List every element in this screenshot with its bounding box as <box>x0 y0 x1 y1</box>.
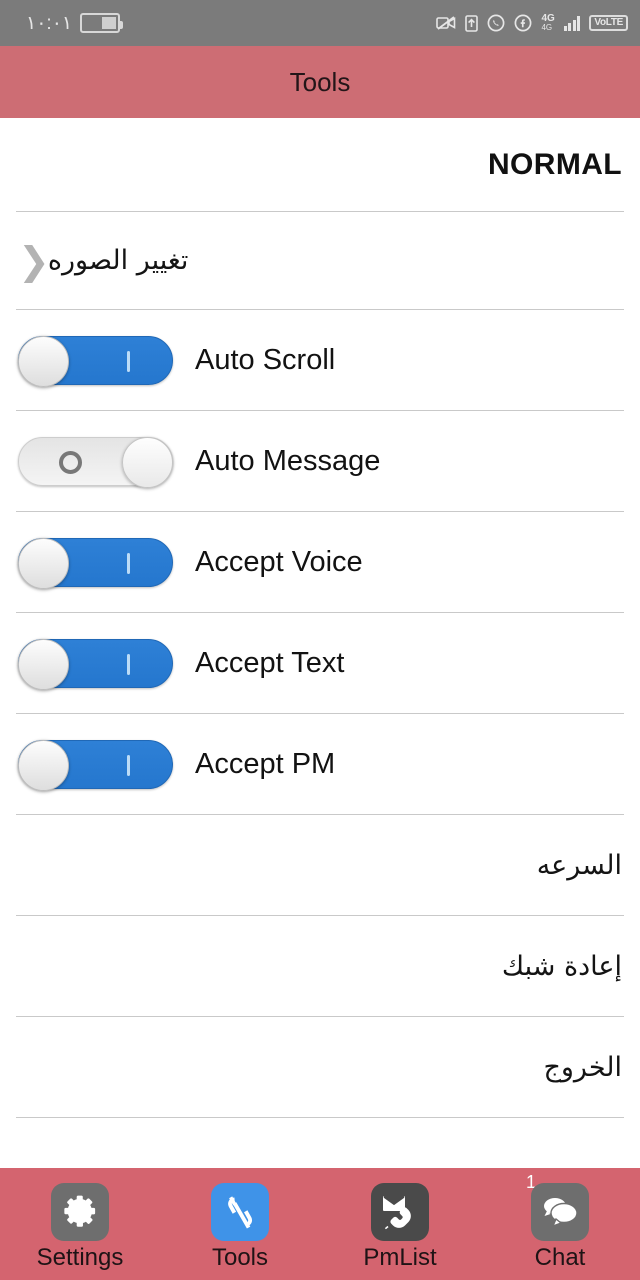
list-item-exit[interactable]: الخروج <box>0 1017 640 1117</box>
speed-label: السرعه <box>536 849 622 881</box>
auto-scroll-toggle[interactable] <box>18 335 173 387</box>
nav-item-pmlist[interactable]: PmList <box>320 1177 480 1271</box>
accept-pm-label: Accept PM <box>195 747 336 780</box>
list-item-reconnect[interactable]: إعادة شبك <box>0 916 640 1016</box>
nav-label-tools: Tools <box>211 1243 269 1271</box>
status-bar-left: ١٠:٠١ <box>26 12 124 35</box>
list-item-auto-scroll[interactable]: Auto Scroll <box>0 310 640 410</box>
list-item-accept-pm[interactable]: Accept PM <box>0 714 640 814</box>
screenshot-upload-icon <box>465 14 479 32</box>
speech-bubbles-icon <box>531 1182 589 1241</box>
nav-label-settings: Settings <box>36 1243 124 1271</box>
bottom-navigation-bar: Settings Tools PmList 1 Chat <box>0 1168 640 1280</box>
nav-item-settings[interactable]: Settings <box>0 1177 160 1271</box>
signal-4g-icon: 4G 4G <box>541 13 555 32</box>
auto-message-toggle[interactable] <box>18 436 173 488</box>
list-filler <box>0 1118 640 1168</box>
signal-bars-icon <box>563 15 581 31</box>
accept-text-toggle[interactable] <box>18 638 173 690</box>
accept-text-label: Accept Text <box>195 646 345 679</box>
chevron-right-icon: ❯ <box>18 238 50 283</box>
whatsapp-icon <box>487 14 505 32</box>
nav-item-tools[interactable]: Tools <box>160 1177 320 1271</box>
nav-label-pmlist: PmList <box>363 1243 437 1271</box>
accept-pm-toggle[interactable] <box>18 739 173 791</box>
reconnect-label: إعادة شبك <box>501 950 622 982</box>
camera-muted-icon <box>436 15 456 31</box>
volte-badge-icon: VoLTE <box>589 15 628 31</box>
wrench-icon <box>211 1182 269 1241</box>
list-item-accept-text[interactable]: Accept Text <box>0 613 640 713</box>
gear-icon <box>51 1182 109 1241</box>
mode-label: NORMAL <box>487 147 622 181</box>
status-bar: ١٠:٠١ 4G 4G VoLTE <box>0 0 640 46</box>
change-picture-label: تغيير الصوره <box>47 245 189 276</box>
accept-voice-label: Accept Voice <box>195 545 363 578</box>
auto-scroll-label: Auto Scroll <box>195 343 336 376</box>
mode-header-row: NORMAL <box>0 118 640 211</box>
list-item-speed[interactable]: السرعه <box>0 815 640 915</box>
list-item-auto-message[interactable]: Auto Message <box>0 411 640 511</box>
exit-label: الخروج <box>543 1051 622 1083</box>
phone-screen: ١٠:٠١ 4G 4G VoLTE Tools NORMAL ❯ تغيير ا… <box>0 0 640 1280</box>
auto-message-label: Auto Message <box>195 444 381 477</box>
list-item-change-picture[interactable]: ❯ تغيير الصوره <box>0 212 640 309</box>
status-bar-right: 4G 4G VoLTE <box>436 14 628 32</box>
facebook-circle-icon <box>514 14 532 32</box>
page-title: Tools <box>289 66 351 97</box>
accept-voice-toggle[interactable] <box>18 537 173 589</box>
settings-list: NORMAL ❯ تغيير الصوره Auto Scroll Auto M… <box>0 118 640 1168</box>
nav-label-chat: Chat <box>534 1243 586 1271</box>
status-bar-clock: ١٠:٠١ <box>26 12 73 34</box>
app-title-bar: Tools <box>0 46 640 118</box>
list-item-accept-voice[interactable]: Accept Voice <box>0 512 640 612</box>
nav-item-chat[interactable]: 1 Chat <box>480 1173 640 1271</box>
battery-half-icon <box>80 13 124 33</box>
envelope-phone-icon <box>371 1182 429 1241</box>
